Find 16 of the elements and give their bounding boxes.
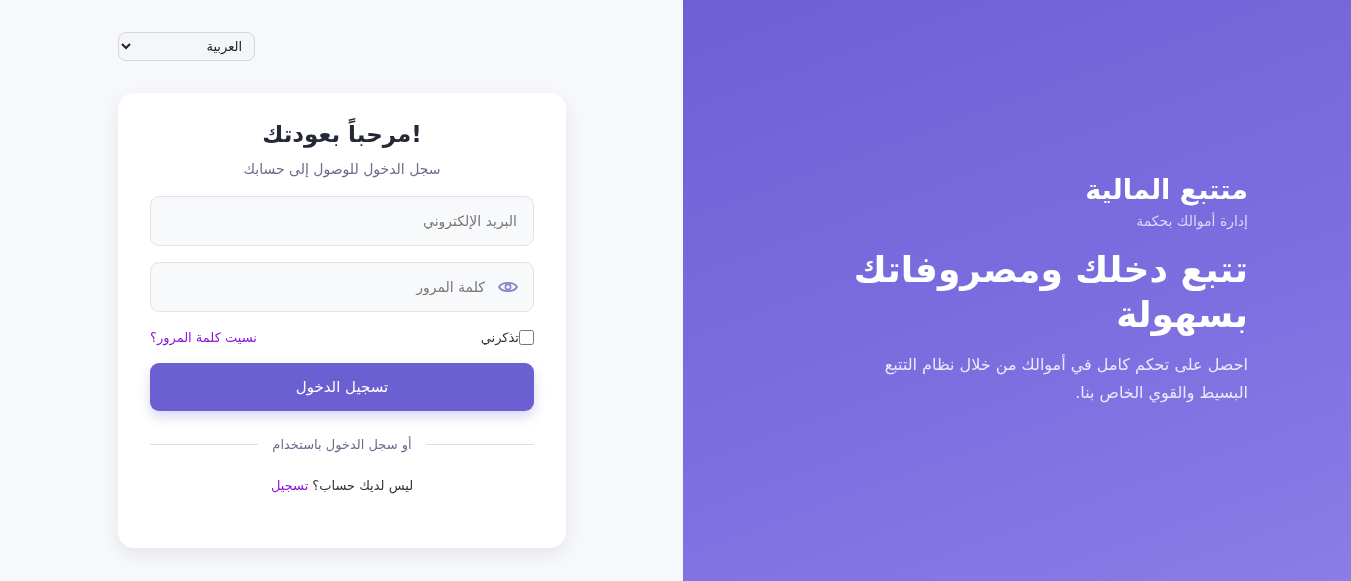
brand-title: متتبع المالية xyxy=(1084,174,1248,205)
brand-tagline: إدارة أموالك بحكمة xyxy=(1135,213,1248,229)
language-select[interactable]: العربية xyxy=(118,32,255,61)
hero-headline: تتبع دخلك ومصروفاتك بسهولة xyxy=(852,248,1248,337)
signup-link[interactable]: تسجيل xyxy=(270,478,309,493)
login-subtitle: سجل الدخول للوصول إلى حسابك xyxy=(242,161,442,177)
hero-description: احصل على تحكم كامل في أموالك من خلال نظام التتبع البسيط والقوي الخاص بنا. xyxy=(883,353,1248,405)
eye-icon[interactable] xyxy=(498,280,518,294)
email-field[interactable]: البريد الإلكتروني xyxy=(150,196,534,246)
divider-text: أو سجل الدخول باستخدام xyxy=(272,437,412,452)
remember-checkbox[interactable] xyxy=(519,330,534,345)
login-button[interactable]: تسجيل الدخول xyxy=(150,363,534,411)
password-field[interactable]: كلمة المرور xyxy=(150,262,534,312)
signup-prompt: ليس لديك حساب؟ xyxy=(312,478,414,493)
remember-label: تذكرني xyxy=(480,330,519,345)
forgot-password-link[interactable]: نسيت كلمة المرور؟ xyxy=(150,330,257,345)
